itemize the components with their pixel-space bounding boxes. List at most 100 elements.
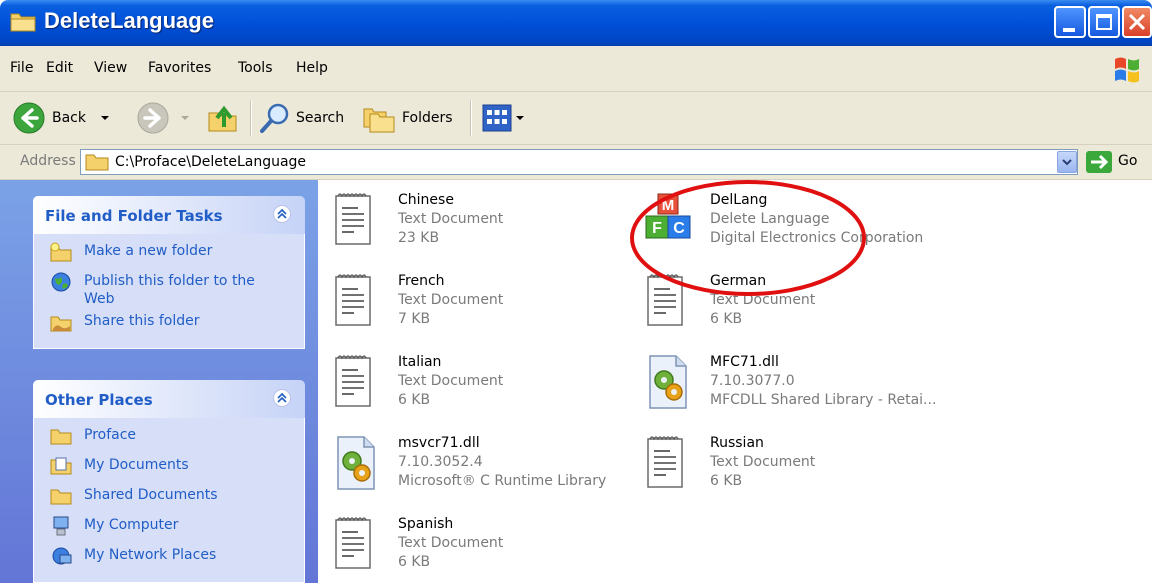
file-type: Text Document <box>398 292 504 308</box>
file-type: Text Document <box>398 211 504 227</box>
folder-icon <box>50 489 72 505</box>
menu-favorites[interactable]: Favorites <box>148 60 211 76</box>
file-size: 6 KB <box>710 473 743 489</box>
collapse-button[interactable] <box>273 205 291 223</box>
place-label: My Network Places <box>84 547 217 563</box>
up-folder-button[interactable] <box>206 102 240 134</box>
search-button[interactable]: Search <box>258 102 344 134</box>
search-icon <box>260 103 289 133</box>
dll-icon <box>332 435 380 491</box>
menu-tools[interactable]: Tools <box>238 60 273 76</box>
panel-title: File and Folder Tasks <box>45 207 223 225</box>
menu-edit[interactable]: Edit <box>46 60 73 76</box>
file-type: Text Document <box>398 535 504 551</box>
place-my-computer[interactable]: My Computer <box>34 516 304 542</box>
back-button[interactable]: Back <box>12 102 112 134</box>
task-label: Make a new folder <box>84 243 213 259</box>
task-make-new-folder[interactable]: Make a new folder <box>34 242 304 268</box>
place-label: Shared Documents <box>84 487 218 503</box>
file-item-french[interactable]: French Text Document 7 KB <box>332 273 632 345</box>
double-chevron-up-icon <box>277 392 287 403</box>
collapse-button[interactable] <box>273 389 291 407</box>
toolbar: Back Search Folders <box>0 92 1152 145</box>
place-my-documents[interactable]: My Documents <box>34 456 304 482</box>
folder-icon <box>85 154 109 171</box>
title-bar[interactable]: DeleteLanguage <box>0 0 1152 46</box>
forward-button[interactable] <box>136 102 192 134</box>
views-icon <box>482 104 512 132</box>
text-document-icon <box>644 435 692 491</box>
task-label: Share this folder <box>84 313 200 329</box>
address-dropdown-button[interactable] <box>1057 151 1077 173</box>
folders-button[interactable]: Folders <box>362 102 453 134</box>
close-button[interactable] <box>1122 6 1152 38</box>
folders-label: Folders <box>402 110 453 126</box>
file-size: 6 KB <box>398 392 431 408</box>
file-name: French <box>398 273 445 289</box>
file-name: Spanish <box>398 516 454 532</box>
place-label: My Documents <box>84 457 189 473</box>
close-icon <box>1128 13 1146 31</box>
place-proface[interactable]: Proface <box>34 426 304 452</box>
file-folder-tasks-panel: File and Folder Tasks Make a new folder … <box>33 196 305 349</box>
views-button[interactable] <box>482 102 526 134</box>
place-my-network-places[interactable]: My Network Places <box>34 546 304 572</box>
file-item-mfc71-dll[interactable]: MFC71.dll 7.10.3077.0 MFCDLL Shared Libr… <box>644 354 964 426</box>
address-label: Address <box>20 153 76 169</box>
file-item-chinese[interactable]: Chinese Text Document 23 KB <box>332 192 632 264</box>
address-bar: Address C:\Proface\DeleteLanguage Go <box>0 145 1152 180</box>
chevron-down-icon <box>1062 159 1072 166</box>
file-description: MFCDLL Shared Library - Retai... <box>710 392 937 408</box>
folders-icon <box>363 108 395 133</box>
text-document-icon <box>332 192 380 248</box>
share-folder-icon <box>50 316 72 332</box>
minimize-button[interactable] <box>1054 6 1086 38</box>
back-label: Back <box>52 110 86 126</box>
file-item-russian[interactable]: Russian Text Document 6 KB <box>644 435 944 507</box>
other-places-panel: Other Places Proface My Documents Shared… <box>33 380 305 583</box>
chevron-down-icon[interactable] <box>178 113 192 123</box>
task-label: Publish this folder to the Web <box>84 273 255 307</box>
address-input[interactable]: C:\Proface\DeleteLanguage <box>80 149 1078 175</box>
text-document-icon <box>332 273 380 329</box>
file-item-italian[interactable]: Italian Text Document 6 KB <box>332 354 632 426</box>
text-document-icon <box>332 516 380 572</box>
forward-arrow-icon <box>137 102 169 134</box>
folder-icon <box>50 429 72 445</box>
go-label[interactable]: Go <box>1118 153 1137 169</box>
window-title: DeleteLanguage <box>44 8 214 33</box>
double-chevron-up-icon <box>277 208 287 219</box>
file-version: 7.10.3052.4 <box>398 454 483 470</box>
chevron-down-icon[interactable] <box>98 113 112 123</box>
panel-header[interactable]: File and Folder Tasks <box>33 196 305 234</box>
menu-help[interactable]: Help <box>296 60 328 76</box>
folder-icon <box>10 13 36 32</box>
panel-header[interactable]: Other Places <box>33 380 305 418</box>
chevron-down-icon[interactable] <box>514 113 526 123</box>
menu-file[interactable]: File <box>10 60 33 76</box>
file-size: 6 KB <box>398 554 431 570</box>
place-label: My Computer <box>84 517 179 533</box>
task-share-folder[interactable]: Share this folder <box>34 312 304 338</box>
dll-icon <box>644 354 692 410</box>
file-description: Microsoft® C Runtime Library <box>398 473 607 489</box>
menu-view[interactable]: View <box>94 60 127 76</box>
maximize-button[interactable] <box>1088 6 1120 38</box>
file-name: Italian <box>398 354 442 370</box>
panel-title: Other Places <box>45 391 153 409</box>
file-version: 7.10.3077.0 <box>710 373 795 389</box>
file-size: 23 KB <box>398 230 440 246</box>
task-publish-web[interactable]: Publish this folder to the Web <box>34 272 284 308</box>
annotation-ellipse <box>630 180 866 296</box>
file-type: Text Document <box>710 454 816 470</box>
file-name: Russian <box>710 435 764 451</box>
file-type: Text Document <box>398 373 504 389</box>
file-item-spanish[interactable]: Spanish Text Document 6 KB <box>332 516 632 588</box>
place-shared-documents[interactable]: Shared Documents <box>34 486 304 512</box>
go-button[interactable] <box>1086 151 1112 173</box>
file-name: MFC71.dll <box>710 354 779 370</box>
text-document-icon <box>332 354 380 410</box>
network-icon <box>52 547 72 565</box>
file-item-msvcr71-dll[interactable]: msvcr71.dll 7.10.3052.4 Microsoft® C Run… <box>332 435 632 507</box>
computer-icon <box>53 516 69 536</box>
